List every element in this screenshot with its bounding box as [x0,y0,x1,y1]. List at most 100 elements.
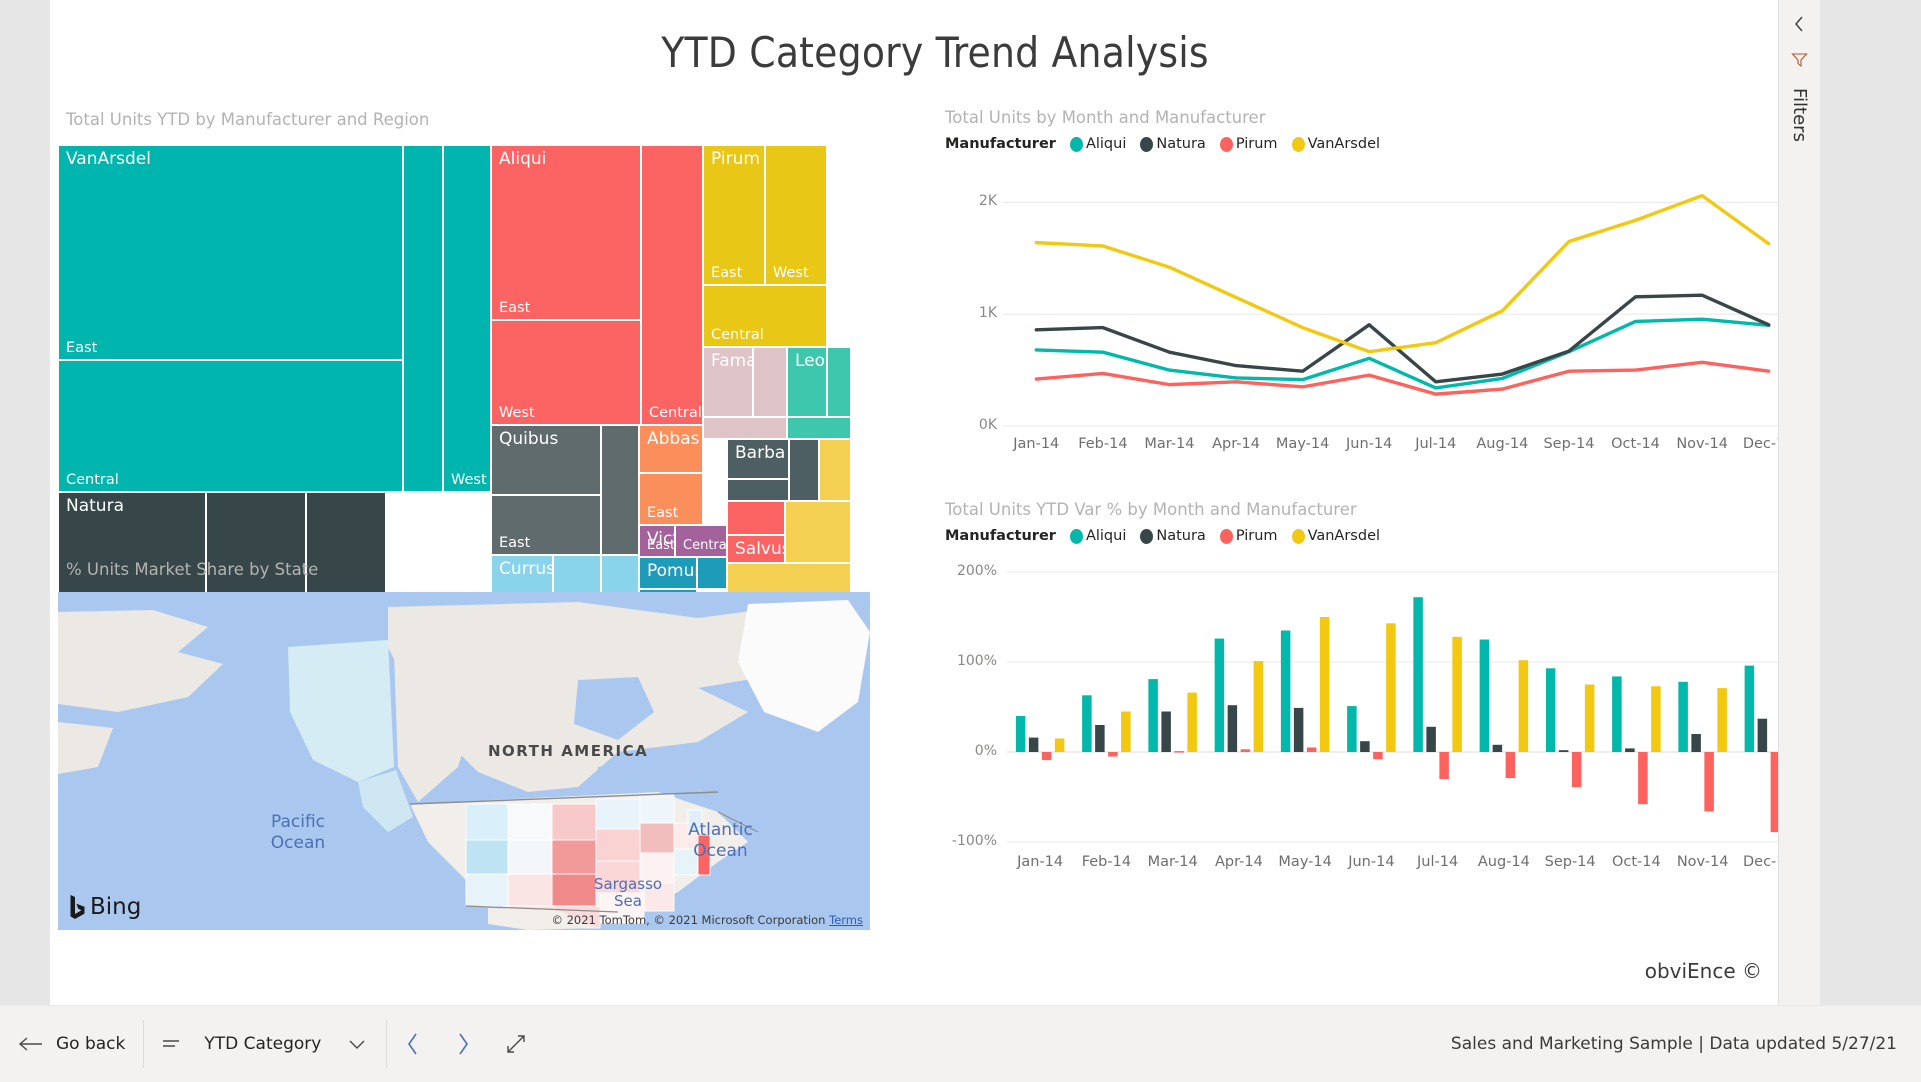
treemap-cell[interactable] [403,145,443,492]
bar-mark[interactable] [1545,668,1556,752]
bar-mark[interactable] [1121,711,1131,753]
bar-mark[interactable] [1558,750,1569,752]
bar-mark[interactable] [1161,711,1171,753]
map-visual[interactable]: % Units Market Share by State NORTH AMER… [58,560,870,930]
treemap-cell[interactable] [787,417,851,439]
treemap-cell[interactable]: Leo [787,347,827,417]
bar-mark[interactable] [1187,692,1197,752]
bar-mark[interactable] [1691,734,1701,752]
treemap-cell[interactable]: Barba [727,439,789,479]
go-back-section[interactable]: Go back [0,1006,143,1082]
legend-item-natura[interactable]: Natura [1140,528,1206,544]
treemap-cell[interactable]: Abbas [639,425,703,473]
page-navigation-section[interactable] [387,1006,545,1082]
go-back-button[interactable]: Go back [18,1034,125,1054]
treemap-cell[interactable]: Quibus [491,425,601,495]
bar-mark[interactable] [1360,741,1370,752]
treemap-cell[interactable]: Pirum East [703,145,765,285]
legend-item-pirum[interactable]: Pirum [1219,528,1278,544]
bar-mark[interactable] [1174,751,1184,753]
page-selector-section[interactable]: YTD Category [144,1006,386,1082]
bar-mark[interactable] [1108,752,1118,757]
treemap-cell[interactable] [727,501,785,535]
treemap-cell[interactable] [827,347,851,417]
treemap-cell[interactable]: East [491,495,601,555]
bar-mark[interactable] [1625,748,1635,752]
fit-to-page-button[interactable] [505,1033,527,1055]
next-page-button[interactable] [455,1031,471,1057]
treemap-cell[interactable]: Central [641,145,703,425]
bar-mark[interactable] [1426,726,1436,752]
treemap-cell[interactable] [753,347,787,417]
line-chart-plot[interactable]: 0K 1K 2K Jan-14 Feb-14 Mar-14 Apr-14 May-14 Jun-… [945,168,1810,468]
treemap-cell[interactable]: West [443,145,491,492]
treemap-cell[interactable]: Central [703,285,827,347]
bar-mark[interactable] [1240,749,1251,752]
bar-mark[interactable] [1041,752,1052,761]
bar-mark[interactable] [1386,623,1396,752]
legend-item-aliqui[interactable]: Aliqui [1069,528,1126,544]
bar-mark[interactable] [1651,686,1661,752]
funnel-icon[interactable] [1791,52,1808,68]
bar-mark[interactable] [1293,707,1304,752]
bar-mark[interactable] [1280,630,1291,753]
treemap-cell[interactable]: West [491,320,641,425]
treemap-cell[interactable] [601,425,639,555]
treemap-cell[interactable] [789,439,819,501]
bar-mark[interactable] [1678,681,1688,752]
bar-mark[interactable] [1704,752,1714,812]
legend-item-vanarsdel[interactable]: VanArsdel [1291,136,1380,152]
treemap-visual[interactable]: Total Units YTD by Manufacturer and Regi… [58,110,870,620]
treemap-cell[interactable]: East [639,473,703,525]
legend-item-natura[interactable]: Natura [1140,136,1206,152]
filters-pane-rail[interactable]: Filters [1778,0,1820,1005]
line-chart-visual[interactable]: Total Units by Month and Manufacturer Ma… [945,108,1810,468]
bar-mark[interactable] [1612,676,1622,752]
bar-mark[interactable] [1082,695,1092,752]
legend-item-pirum[interactable]: Pirum [1219,136,1278,152]
chevron-left-icon[interactable] [1793,14,1806,34]
treemap-cell[interactable]: Fama [703,347,753,417]
line-series[interactable] [1034,360,1771,396]
bar-mark[interactable] [1638,752,1648,805]
bar-mark[interactable] [1505,752,1516,779]
bar-mark[interactable] [1413,597,1423,752]
bar-chart-visual[interactable]: Total Units YTD Var % by Month and Manuf… [945,500,1810,900]
bar-mark[interactable] [1492,744,1503,752]
bar-mark[interactable] [1571,752,1582,788]
bar-mark[interactable] [1757,718,1768,752]
treemap-cell[interactable] [703,417,787,439]
bar-mark[interactable] [1015,716,1026,752]
bar-mark[interactable] [1253,661,1264,752]
current-page-name[interactable]: YTD Category [204,1034,324,1054]
map-terms-link[interactable]: Terms [829,913,863,927]
bar-mark[interactable] [1479,639,1490,753]
map-canvas[interactable]: NORTH AMERICA Pacific Ocean Atlantic Oce… [58,592,870,930]
treemap-cell[interactable]: Central [58,360,403,492]
bar-mark[interactable] [1717,688,1727,752]
treemap-plot[interactable]: VanArsdel East Central West Natura East Centra… [58,145,870,620]
treemap-cell[interactable] [819,439,851,501]
bar-mark[interactable] [1054,738,1065,753]
bar-mark[interactable] [1306,747,1317,753]
bar-mark[interactable] [1439,752,1449,779]
bar-mark[interactable] [1373,752,1383,760]
previous-page-button[interactable] [405,1031,421,1057]
treemap-cell[interactable]: West [765,145,827,285]
bar-mark[interactable] [1518,660,1529,752]
bar-mark[interactable] [1452,636,1462,752]
bar-mark[interactable] [1095,725,1105,752]
bar-mark[interactable] [1227,705,1238,752]
treemap-cell[interactable]: Salvus [727,535,785,563]
line-series[interactable] [1034,193,1771,354]
treemap-cell[interactable] [727,479,789,501]
bar-mark[interactable] [1214,638,1225,752]
bar-mark[interactable] [1319,617,1330,752]
treemap-cell[interactable]: VictoriaEast [639,525,675,557]
treemap-cell[interactable]: Central [675,525,727,557]
bar-mark[interactable] [1584,684,1595,753]
bar-mark[interactable] [1148,679,1158,752]
treemap-cell[interactable] [785,501,851,563]
legend-item-aliqui[interactable]: Aliqui [1069,136,1126,152]
bar-mark[interactable] [1744,665,1755,752]
